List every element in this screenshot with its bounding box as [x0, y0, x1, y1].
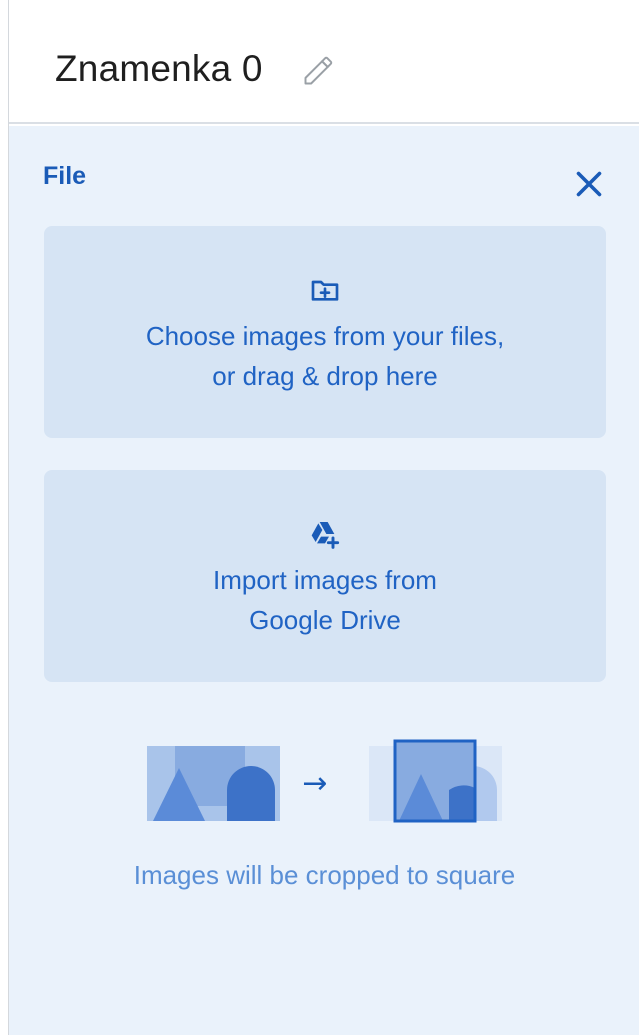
- choose-files-button[interactable]: Choose images from your files, or drag &…: [44, 226, 606, 438]
- choose-files-line1: Choose images from your files,: [145, 321, 505, 351]
- crop-to-square-illustration: →: [147, 739, 502, 823]
- choose-files-line2: or drag & drop here: [212, 361, 438, 391]
- folder-plus-icon: [311, 280, 339, 301]
- google-drive-button[interactable]: Import images from Google Drive: [44, 470, 606, 682]
- choose-files-label: Choose images from your files, or drag &…: [44, 316, 606, 396]
- close-icon[interactable]: [571, 166, 607, 202]
- section-label: File: [43, 162, 87, 190]
- crop-hint: Images will be cropped to square: [133, 860, 516, 890]
- pencil-icon[interactable]: [301, 52, 337, 88]
- cropped-image-illustration: [369, 739, 502, 823]
- google-drive-label: Import images from Google Drive: [44, 560, 606, 640]
- google-drive-add-icon: [311, 522, 340, 549]
- editor-frame: Znamenka 0 File Choose images from your …: [8, 0, 639, 1035]
- original-image-illustration: [147, 746, 280, 821]
- arrow-glyph: →: [302, 766, 327, 801]
- file-panel: File Choose images from your files, or d…: [9, 126, 639, 1035]
- google-drive-line2: Google Drive: [249, 605, 401, 635]
- project-title[interactable]: Znamenka 0: [55, 48, 263, 90]
- google-drive-line1: Import images from: [213, 565, 437, 595]
- header: Znamenka 0: [9, 0, 639, 124]
